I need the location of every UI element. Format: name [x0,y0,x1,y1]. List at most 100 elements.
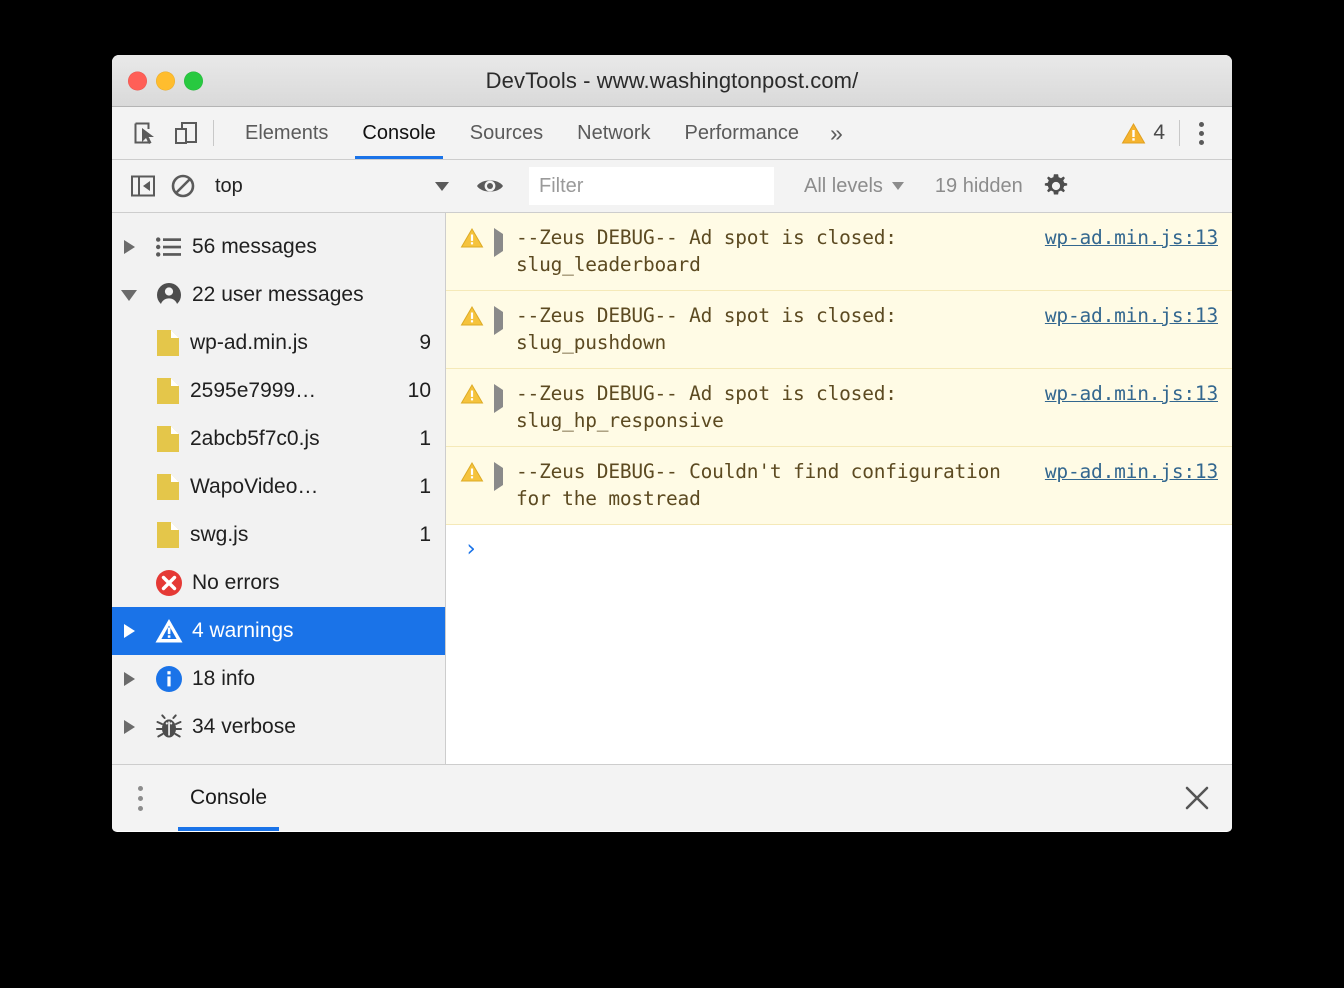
expand-arrow-icon[interactable] [494,380,516,413]
tab-bar-right: 4 [1115,107,1232,159]
user-icon [146,281,192,309]
gear-icon[interactable] [1039,169,1073,203]
sidebar-item-count: 9 [419,331,431,354]
warning-count-badge[interactable]: 4 [1115,121,1179,145]
console-message-source-link[interactable]: wp-ad.min.js:13 [1045,458,1218,485]
sidebar-item-label: 2abcb5f7c0.js [190,427,320,450]
maximize-window-button[interactable] [184,71,203,90]
sidebar-item-label: No errors [192,571,280,594]
tab-console[interactable]: Console [345,107,452,159]
twisty-closed-icon[interactable] [112,720,146,734]
log-levels-value: All levels [804,174,883,197]
window-controls [128,71,203,90]
tab-bar-right-divider [1179,120,1180,146]
expand-arrow-icon[interactable] [494,224,516,257]
warning-icon [460,458,494,488]
sidebar-item-verbose[interactable]: 34 verbose [112,703,445,751]
twisty-open-icon[interactable] [112,289,146,301]
twisty-closed-icon[interactable] [112,672,146,686]
console-message-text: --Zeus DEBUG-- Couldn't find configurati… [516,460,1013,510]
sidebar-item-swg-js[interactable]: swg.js 1 [112,511,445,559]
console-message-text: --Zeus DEBUG-- Ad spot is closed: slug_p… [516,304,909,354]
sidebar-item-info[interactable]: 18 info [112,655,445,703]
console-message-text: --Zeus DEBUG-- Ad spot is closed: slug_h… [516,382,909,432]
tab-performance[interactable]: Performance [668,107,817,159]
execution-context-value: top [215,174,243,197]
tab-elements[interactable]: Elements [228,107,345,159]
drawer-tab-console[interactable]: Console [168,765,289,831]
kebab-menu-icon[interactable] [1184,116,1218,150]
devtools-window: DevTools - www.washingtonpost.com/ Eleme… [112,55,1232,832]
kebab-menu-icon[interactable] [112,765,168,831]
expand-arrow-icon[interactable] [494,302,516,335]
console-message-row[interactable]: --Zeus DEBUG-- Ad spot is closed: slug_h… [446,369,1232,447]
console-message-row[interactable]: --Zeus DEBUG-- Ad spot is closed: slug_p… [446,291,1232,369]
clear-console-icon[interactable] [168,171,198,201]
device-toolbar-icon[interactable] [171,118,201,148]
sidebar-item-all-messages[interactable]: 56 messages [112,223,445,271]
warning-icon [460,302,494,332]
console-prompt-input[interactable] [489,538,1218,561]
console-message-row[interactable]: --Zeus DEBUG-- Ad spot is closed: slug_l… [446,213,1232,291]
console-body: 56 messages 22 user messages wp-ad.min.j… [112,213,1232,764]
warning-icon [460,380,494,410]
warning-icon [460,224,494,254]
sidebar-item-label: 18 info [192,667,256,690]
sidebar-item-label: 2595e7999… [190,379,317,402]
console-message-source-link[interactable]: wp-ad.min.js:13 [1045,380,1218,407]
tab-sources[interactable]: Sources [453,107,560,159]
hidden-messages-count[interactable]: 19 hidden [919,175,1039,198]
sidebar-item-label: WapoVideo… [190,475,319,498]
expand-arrow-icon[interactable] [494,458,516,491]
inspect-element-icon[interactable] [130,118,160,148]
sidebar-item-label: 56 messages [192,235,317,258]
warning-icon [146,617,192,645]
list-icon [146,237,192,257]
chevron-down-icon [891,182,904,190]
console-toolbar-left [128,171,198,201]
console-message-source-link[interactable]: wp-ad.min.js:13 [1045,224,1218,251]
console-drawer: Console [112,764,1232,831]
close-icon[interactable] [1162,765,1232,831]
devtools-tab-bar: Elements Console Sources Network Perform… [112,107,1232,160]
info-icon [146,664,192,694]
sidebar-item-wapovideo[interactable]: WapoVideo… 1 [112,463,445,511]
title-bar: DevTools - www.washingtonpost.com/ [112,55,1232,107]
sidebar-item-warnings[interactable]: 4 warnings [112,607,445,655]
log-levels-selector[interactable]: All levels [790,175,918,198]
eye-icon[interactable] [472,170,508,202]
console-sidebar-toggle-icon[interactable] [128,171,158,201]
sidebar-item-label: 4 warnings [192,619,294,642]
filter-input[interactable] [529,167,774,205]
sidebar-item-wp-ad-min-js[interactable]: wp-ad.min.js 9 [112,319,445,367]
sidebar-item-count: 1 [419,427,431,450]
file-icon [146,425,190,453]
sidebar-item-2abcb5f7c0-js[interactable]: 2abcb5f7c0.js 1 [112,415,445,463]
prompt-chevron-icon: › [464,536,478,562]
close-window-button[interactable] [128,71,147,90]
error-icon [146,568,192,598]
execution-context-selector[interactable]: top [199,175,461,198]
sidebar-item-label: 34 verbose [192,715,296,738]
sidebar-item-user-messages[interactable]: 22 user messages [112,271,445,319]
file-icon [146,473,190,501]
minimize-window-button[interactable] [156,71,175,90]
more-tabs-icon[interactable]: » [816,107,857,159]
sidebar-item-count: 1 [419,523,431,546]
sidebar-item-count: 1 [419,475,431,498]
console-message-row[interactable]: --Zeus DEBUG-- Couldn't find configurati… [446,447,1232,525]
console-prompt[interactable]: › [446,525,1232,561]
sidebar-item-errors[interactable]: No errors [112,559,445,607]
file-icon [146,521,190,549]
sidebar-item-label: wp-ad.min.js [190,331,308,354]
console-message-source-link[interactable]: wp-ad.min.js:13 [1045,302,1218,329]
window-title: DevTools - www.washingtonpost.com/ [485,67,859,93]
bug-icon [146,713,192,741]
sidebar-item-2595e7999[interactable]: 2595e7999… 10 [112,367,445,415]
warning-count: 4 [1153,121,1165,144]
console-sidebar: 56 messages 22 user messages wp-ad.min.j… [112,213,446,764]
twisty-closed-icon[interactable] [112,624,146,638]
twisty-closed-icon[interactable] [112,240,146,254]
panel-tabs: Elements Console Sources Network Perform… [214,107,857,159]
tab-network[interactable]: Network [560,107,667,159]
